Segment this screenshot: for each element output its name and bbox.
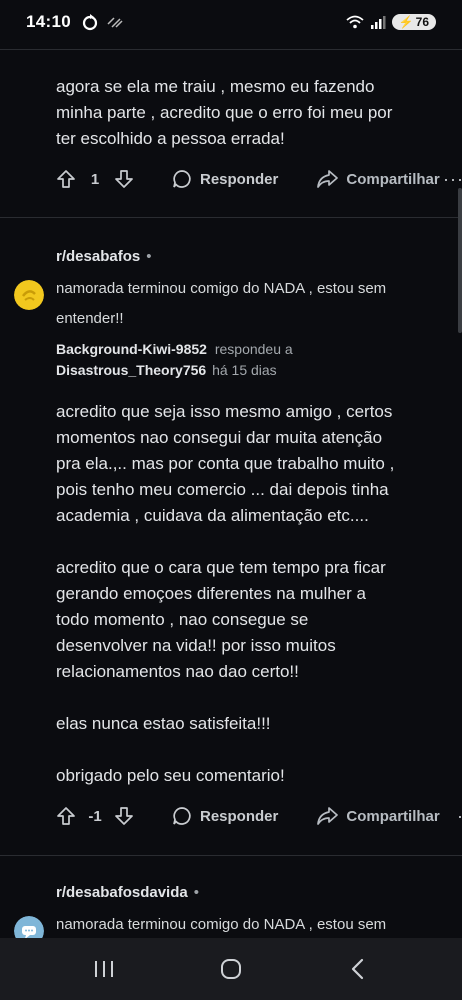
comment-card[interactable]: agora se ela me traiu , mesmo eu fazendo… (0, 50, 462, 194)
comment-paragraph: acredito que seja isso mesmo amigo , cer… (56, 402, 395, 525)
post-title-row[interactable]: namorada terminou comigo do NADA , estou… (14, 274, 462, 334)
downvote-icon[interactable] (114, 169, 134, 189)
subreddit-name[interactable]: r/desabafosdavida (56, 884, 188, 901)
signal-icon (370, 16, 386, 29)
vote-group: 1 (56, 169, 134, 189)
subreddit-name[interactable]: r/desabafos (56, 248, 140, 265)
recent-apps-button[interactable] (84, 949, 124, 989)
system-nav-bar (0, 938, 462, 1000)
more-options-icon[interactable]: · (457, 806, 462, 827)
subreddit-line: r/desabafos • (14, 244, 462, 268)
comment-time: há 15 dias (212, 362, 277, 378)
wifi-icon (346, 15, 364, 29)
upvote-icon[interactable] (56, 169, 76, 189)
share-icon (317, 170, 339, 188)
comment-card[interactable]: r/desabafos • namorada terminou comigo d… (0, 218, 462, 831)
subreddit-avatar-icon (14, 916, 44, 938)
share-button[interactable]: Compartilhar (316, 169, 440, 189)
back-button[interactable] (338, 949, 378, 989)
wifi-off-icon (107, 17, 123, 28)
back-icon (352, 958, 364, 980)
author-line: Background-Kiwi-9852 respondeu a Disastr… (14, 339, 462, 381)
comment-actions: -1 Responder Compartilhar · (14, 801, 462, 831)
comment-paragraph: acredito que o cara que tem tempo pra fi… (56, 558, 386, 681)
reply-bubble-icon (173, 807, 191, 825)
status-bar: 14:10 ⚡ 76 (0, 0, 462, 44)
battery-icon: ⚡ 76 (391, 14, 436, 30)
comment-paragraph: obrigado pelo seu comentario! (56, 766, 285, 785)
share-label: Compartilhar (346, 170, 440, 188)
more-options-icon[interactable]: ··· (443, 169, 462, 190)
comment-author[interactable]: Background-Kiwi-9852 (56, 341, 207, 357)
downvote-icon[interactable] (114, 806, 134, 826)
battery-level: 76 (415, 15, 429, 29)
comment-body: agora se ela me traiu , mesmo eu fazendo… (0, 74, 462, 152)
comment-paragraph: elas nunca estao satisfeita!!! (56, 714, 271, 733)
post-title-row[interactable]: namorada terminou comigo do NADA , estou… (14, 910, 462, 938)
reply-bubble-icon (173, 170, 191, 188)
post-title: namorada terminou comigo do NADA , estou… (56, 916, 387, 933)
comment-card[interactable]: r/desabafosdavida • namorada terminou co… (0, 856, 462, 938)
replied-label: respondeu a (214, 341, 293, 357)
comment-paragraph: agora se ela me traiu , mesmo eu fazendo… (56, 77, 393, 148)
post-title: namorada terminou comigo do NADA , estou… (56, 280, 387, 327)
comment-body: acredito que seja isso mesmo amigo , cer… (14, 399, 462, 789)
recent-apps-icon (94, 961, 113, 977)
subreddit-separator: • (193, 883, 199, 901)
vote-group: -1 (56, 806, 134, 826)
sync-icon (82, 14, 98, 31)
upvote-icon[interactable] (56, 806, 76, 826)
comment-actions: 1 Responder Compartilhar ··· (0, 164, 462, 194)
share-label: Compartilhar (346, 807, 440, 825)
share-icon (317, 807, 339, 825)
scrollbar[interactable] (458, 188, 462, 333)
subreddit-line: r/desabafosdavida • (14, 880, 462, 904)
subreddit-avatar-icon (14, 280, 44, 310)
reply-label: Responder (200, 807, 279, 825)
share-button[interactable]: Compartilhar (316, 806, 440, 826)
reply-label: Responder (200, 170, 279, 188)
home-icon (220, 959, 241, 979)
home-button[interactable] (211, 949, 251, 989)
reply-button[interactable]: Responder (172, 806, 278, 826)
vote-count: 1 (90, 170, 100, 188)
reply-button[interactable]: Responder (172, 169, 278, 189)
comment-feed: agora se ela me traiu , mesmo eu fazendo… (0, 50, 462, 938)
subreddit-separator: • (146, 247, 152, 265)
status-time: 14:10 (26, 12, 71, 31)
replied-to-user[interactable]: Disastrous_Theory756 (56, 362, 206, 378)
vote-count: -1 (88, 807, 102, 825)
